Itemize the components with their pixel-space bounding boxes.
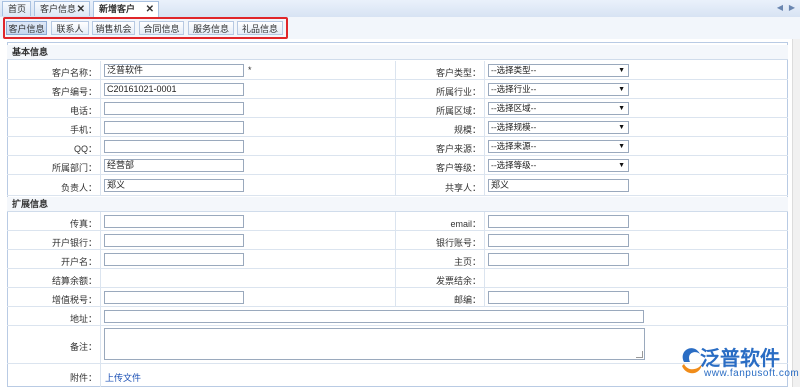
form-row bbox=[7, 269, 788, 288]
tab-customer-info[interactable]: 客户信息 ✕ bbox=[34, 1, 90, 16]
label-customer-no: 客户编号： bbox=[51, 87, 97, 97]
label-level: 客户等级： bbox=[435, 163, 481, 173]
label-vat-no: 增值税号： bbox=[51, 295, 97, 305]
tab-new-customer-label: 新增客户 bbox=[99, 4, 136, 14]
chevron-right-icon[interactable]: ▶ bbox=[787, 2, 797, 14]
label-address: 地址： bbox=[69, 314, 97, 324]
customer-name-field[interactable]: 泛普软件 bbox=[104, 64, 244, 77]
label-region: 所属区域： bbox=[435, 106, 481, 116]
close-icon[interactable]: ✕ bbox=[77, 2, 85, 17]
remark-textarea[interactable] bbox=[104, 328, 645, 360]
label-industry: 所属行业： bbox=[435, 87, 481, 97]
customer-type-value: --选择类型-- bbox=[491, 65, 537, 75]
email-field[interactable] bbox=[488, 215, 629, 228]
section-basic-info: 基本信息 bbox=[7, 45, 788, 60]
tab-home-label: 首页 bbox=[8, 4, 27, 14]
label-owner: 负责人： bbox=[60, 183, 97, 193]
label-qq: QQ： bbox=[73, 144, 97, 154]
required-mark: * bbox=[248, 65, 252, 75]
source-value: --选择来源-- bbox=[491, 141, 537, 151]
label-homepage: 主页： bbox=[453, 257, 481, 267]
sharer-field[interactable]: 郑义 bbox=[488, 179, 629, 192]
mobile-field[interactable] bbox=[104, 121, 244, 134]
source-select[interactable]: --选择来源-- ▼ bbox=[488, 140, 629, 153]
label-invoice-balance: 发票结余： bbox=[435, 276, 481, 286]
label-balance: 结算余额： bbox=[51, 276, 97, 286]
fax-field[interactable] bbox=[104, 215, 244, 228]
department-field[interactable]: 经营部 bbox=[104, 159, 244, 172]
dropdown-arrow-icon: ▼ bbox=[618, 105, 625, 112]
label-phone: 电话： bbox=[69, 106, 97, 116]
region-value: --选择区域-- bbox=[491, 103, 537, 113]
brand-name: 泛普软件 bbox=[700, 346, 780, 370]
label-bank: 开户银行： bbox=[51, 238, 97, 248]
tab-new-customer[interactable]: 新增客户 ✕ bbox=[93, 1, 159, 17]
dropdown-arrow-icon: ▼ bbox=[618, 67, 625, 74]
label-bank-account: 银行账号： bbox=[435, 238, 481, 248]
highlight-box bbox=[3, 17, 288, 39]
label-account-name: 开户名： bbox=[60, 257, 97, 267]
vat-no-field[interactable] bbox=[104, 291, 244, 304]
resize-handle-icon[interactable] bbox=[636, 351, 643, 358]
label-mobile: 手机： bbox=[69, 125, 97, 135]
label-email: email： bbox=[450, 219, 481, 229]
customer-type-select[interactable]: --选择类型-- ▼ bbox=[488, 64, 629, 77]
owner-field[interactable]: 郑义 bbox=[104, 179, 244, 192]
level-select[interactable]: --选择等级-- ▼ bbox=[488, 159, 629, 172]
scrollbar[interactable] bbox=[792, 39, 800, 387]
postcode-field[interactable] bbox=[488, 291, 629, 304]
phone-field[interactable] bbox=[104, 102, 244, 115]
scale-select[interactable]: --选择规模-- ▼ bbox=[488, 121, 629, 134]
address-field[interactable] bbox=[104, 310, 644, 323]
dropdown-arrow-icon: ▼ bbox=[618, 86, 625, 93]
homepage-field[interactable] bbox=[488, 253, 629, 266]
label-remark: 备注： bbox=[69, 342, 97, 352]
label-attachment: 附件： bbox=[69, 373, 97, 383]
qq-field[interactable] bbox=[104, 140, 244, 153]
brand-url: www.fanpusoft.com bbox=[704, 368, 800, 379]
region-select[interactable]: --选择区域-- ▼ bbox=[488, 102, 629, 115]
chevron-left-icon[interactable]: ◀ bbox=[775, 2, 785, 14]
industry-value: --选择行业-- bbox=[491, 84, 537, 94]
industry-select[interactable]: --选择行业-- ▼ bbox=[488, 83, 629, 96]
page-tab-bar: 首页 客户信息 ✕ 新增客户 ✕ ◀ ▶ bbox=[0, 0, 800, 18]
label-customer-name: 客户名称： bbox=[51, 68, 97, 78]
customer-no-field[interactable]: C20161021-0001 bbox=[104, 83, 244, 96]
account-name-field[interactable] bbox=[104, 253, 244, 266]
label-customer-type: 客户类型： bbox=[435, 68, 481, 78]
dropdown-arrow-icon: ▼ bbox=[618, 143, 625, 150]
bank-field[interactable] bbox=[104, 234, 244, 247]
close-icon[interactable]: ✕ bbox=[146, 2, 154, 17]
label-postcode: 邮编： bbox=[453, 295, 481, 305]
scale-value: --选择规模-- bbox=[491, 122, 537, 132]
bank-account-field[interactable] bbox=[488, 234, 629, 247]
level-value: --选择等级-- bbox=[491, 160, 537, 170]
dropdown-arrow-icon: ▼ bbox=[618, 124, 625, 131]
upload-file-link[interactable]: 上传文件 bbox=[105, 371, 141, 384]
label-fax: 传真： bbox=[69, 219, 97, 229]
section-extended-info: 扩展信息 bbox=[7, 197, 788, 212]
label-source: 客户来源： bbox=[435, 144, 481, 154]
label-department: 所属部门： bbox=[51, 163, 97, 173]
tab-home[interactable]: 首页 bbox=[2, 1, 31, 16]
label-sharer: 共享人： bbox=[444, 183, 481, 193]
tab-customer-info-label: 客户信息 bbox=[40, 4, 77, 14]
label-scale: 规模： bbox=[453, 125, 481, 135]
dropdown-arrow-icon: ▼ bbox=[618, 162, 625, 169]
